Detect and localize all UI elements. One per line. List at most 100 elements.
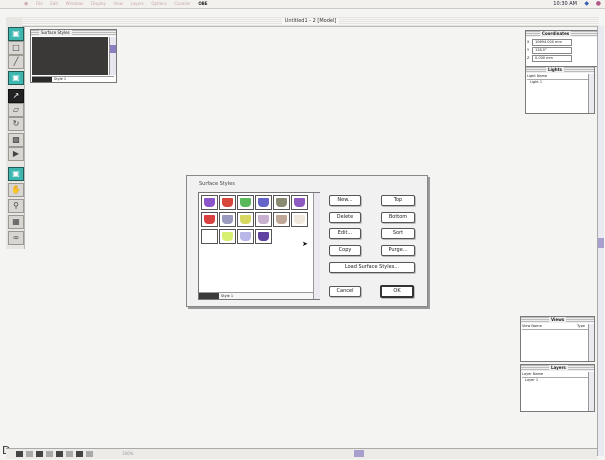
lights-titlebar[interactable]: Lights (526, 67, 594, 73)
pointer-tool-icon[interactable]: ↗ (8, 89, 24, 103)
swatch-color (240, 215, 251, 224)
camera-tool-icon[interactable]: ▩ (8, 133, 24, 147)
lights-title: Lights (546, 67, 564, 73)
class-toggle-icon[interactable] (56, 451, 63, 457)
binoculars-tool-icon[interactable]: ∞ (8, 231, 24, 245)
menu-obe[interactable]: OBE (198, 0, 207, 8)
scroll-thumb[interactable] (110, 45, 116, 53)
ok-button[interactable]: OK (380, 285, 414, 298)
new-button[interactable]: New... (329, 195, 361, 206)
swatch-color (294, 215, 305, 224)
swatch-color (204, 232, 215, 241)
menu-edit[interactable]: Edit (50, 0, 58, 8)
snap-toggle-icon[interactable] (36, 451, 43, 457)
surface-style-swatch[interactable] (201, 212, 218, 227)
info-toggle-icon[interactable] (86, 451, 93, 457)
selected-style-swatch (199, 293, 219, 299)
help-menu-icon[interactable]: ◆ (584, 1, 589, 7)
surface-style-swatch[interactable] (273, 212, 290, 227)
layers-titlebar[interactable]: Layers (521, 365, 594, 371)
surface-style-swatch[interactable] (291, 195, 308, 210)
render-tool-icon[interactable]: ▣ (8, 167, 24, 181)
layer-toggle-icon[interactable] (46, 451, 53, 457)
swatch-grid-footer: Style 1 (199, 292, 313, 299)
magnify-tool-icon[interactable]: ⚲ (8, 199, 24, 213)
copy-button[interactable]: Copy (329, 245, 361, 256)
lights-scrollbar[interactable] (588, 74, 594, 113)
mouse-pointer-icon: ➤ (302, 240, 308, 248)
surface-style-swatch[interactable] (273, 195, 290, 210)
rotate-tool-icon[interactable]: ↻ (8, 117, 24, 131)
view-name-column: View Name (522, 324, 542, 328)
vertical-scroll-thumb[interactable] (598, 238, 604, 248)
surface-styles-titlebar[interactable]: Surface Styles (31, 30, 116, 36)
hand-tool-icon[interactable]: ✋ (8, 183, 24, 197)
help-toggle-icon[interactable] (76, 451, 83, 457)
delete-button[interactable]: Delete (329, 212, 361, 223)
edit-button[interactable]: Edit... (329, 228, 361, 239)
bottom-button[interactable]: Bottom (381, 212, 415, 223)
horizontal-scroll-thumb[interactable] (354, 450, 364, 457)
layers-scrollbar[interactable] (588, 372, 594, 411)
scale-toggle-icon[interactable] (66, 451, 73, 457)
surface-style-swatch[interactable] (201, 195, 218, 210)
style-name-label: Style 1 (54, 77, 67, 81)
rectangle-tool-icon[interactable]: □ (8, 41, 24, 55)
z-coordinate-field[interactable]: 0.000 mm (532, 55, 572, 62)
menu-file[interactable]: File (36, 0, 43, 8)
document-titlebar[interactable]: Untitled1 - 2 [Model] (22, 17, 599, 27)
layer-list-item[interactable]: Layer 1 (525, 378, 538, 383)
layers-title: Layers (549, 365, 568, 371)
surface-style-swatch[interactable] (219, 212, 236, 227)
grid-toggle-icon[interactable] (26, 451, 33, 457)
purge-button[interactable]: Purge... (381, 245, 415, 256)
vertical-scrollbar[interactable] (597, 26, 604, 456)
surface-style-swatch[interactable] (237, 195, 254, 210)
sort-button[interactable]: Sort (381, 228, 415, 239)
menu-view[interactable]: View (113, 0, 123, 8)
status-bar: 100% (6, 448, 597, 459)
surface-style-preview[interactable] (32, 37, 108, 75)
surface-style-swatch[interactable] (237, 212, 254, 227)
surface-style-swatch[interactable] (219, 195, 236, 210)
views-scrollbar[interactable] (588, 324, 594, 361)
menu-options[interactable]: Options (151, 0, 166, 8)
view-toggle-icon[interactable] (16, 451, 23, 457)
swatch-color (204, 215, 215, 224)
surface-style-swatch[interactable] (291, 212, 308, 227)
y-coordinate-field[interactable]: 128.5° (532, 47, 572, 54)
application-menu-icon[interactable]: ● (596, 1, 601, 7)
cancel-button[interactable]: Cancel (329, 286, 361, 297)
coordinates-titlebar[interactable]: Coordinates (526, 31, 599, 37)
load-surface-styles-button[interactable]: Load Surface Styles... (329, 262, 415, 273)
light-list-item[interactable]: Light 1 (530, 80, 542, 85)
line-tool-icon[interactable]: ╱ (8, 55, 24, 69)
top-button[interactable]: Top (381, 195, 415, 206)
walkthrough-tool-icon[interactable]: ▶ (8, 147, 24, 161)
swatch-grid-scrollbar[interactable] (313, 193, 320, 299)
x-coordinate-field[interactable]: 10694.000 mm (532, 39, 572, 46)
surface-style-swatch[interactable] (201, 229, 218, 244)
menu-cavalier[interactable]: Cavalier (174, 0, 190, 8)
3d-selection-tool-icon[interactable]: ▣ (8, 27, 24, 41)
surface-styles-footer: Style 1 (32, 76, 114, 82)
surface-style-swatch[interactable] (255, 195, 272, 210)
views-titlebar[interactable]: Views (521, 317, 594, 323)
surface-style-swatch[interactable] (237, 229, 254, 244)
style-swatch (32, 77, 52, 82)
menu-layers[interactable]: Layers (131, 0, 144, 8)
surface-style-swatch[interactable] (219, 229, 236, 244)
building-tool-icon[interactable]: ▦ (8, 215, 24, 229)
surface-style-swatch[interactable] (255, 229, 272, 244)
zoom-level: 100% (122, 451, 134, 456)
cube-tool-icon[interactable]: ▱ (8, 103, 24, 117)
apple-menu-icon[interactable]: ◉ (24, 0, 28, 8)
surface-style-swatch[interactable] (255, 212, 272, 227)
menu-clock: 10:30 AM (553, 1, 577, 7)
menu-windows[interactable]: Windows (66, 0, 84, 8)
surface-styles-scrollbar[interactable] (109, 37, 116, 75)
menu-bar: ◉ File Edit Windows Display View Layers … (0, 0, 605, 9)
lights-palette: Lights Light Name Light 1 (525, 66, 595, 114)
extrude-tool-icon[interactable]: ▣ (8, 71, 24, 85)
menu-display[interactable]: Display (91, 0, 106, 8)
